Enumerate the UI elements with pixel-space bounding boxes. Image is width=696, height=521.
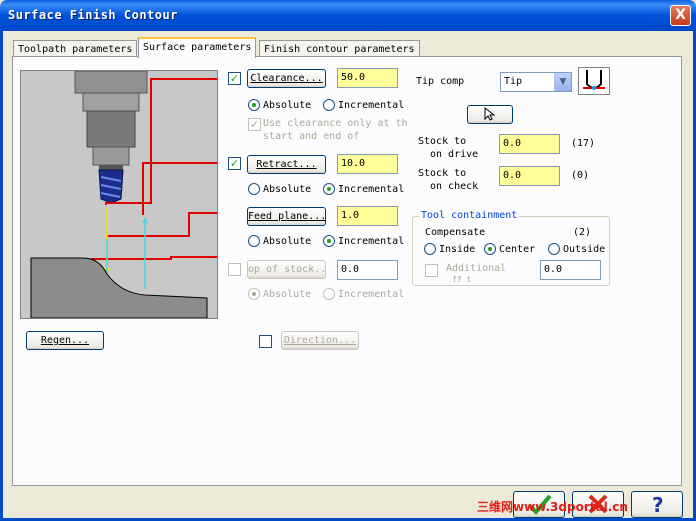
top-of-stock-button-label: op of stock... [248, 264, 326, 275]
radio-dot [323, 235, 335, 247]
retract-checkbox[interactable]: ✓ [228, 157, 241, 170]
compensate-label: Compensate [425, 227, 486, 238]
radio-label: Absolute [263, 99, 312, 111]
top-of-stock-input[interactable]: 0.0 [337, 260, 398, 280]
top-of-stock-button[interactable]: op of stock... [247, 260, 326, 279]
regen-button[interactable]: Regen... [26, 331, 104, 350]
watermark-text: 三维网www.3dportal.cn [477, 500, 628, 514]
stock-drive-label-line2: on drive [430, 149, 479, 160]
radio-dot [548, 243, 560, 255]
use-clearance-label-line1: Use clearance only at th [263, 118, 408, 129]
tip-comp-label: Tip comp [416, 76, 465, 87]
stock-check-input[interactable]: 0.0 [499, 166, 560, 186]
radio-dot [323, 288, 335, 300]
retract-input[interactable]: 10.0 [337, 154, 398, 174]
stock-check-count: (0) [571, 170, 590, 181]
stock-drive-count: (17) [571, 138, 596, 149]
radio-dot [248, 183, 260, 195]
use-clearance-checkbox[interactable]: ✓ [248, 118, 261, 131]
tab-surface-parameters[interactable]: Surface parameters [138, 37, 257, 58]
compensate-inside-radio[interactable]: Inside [424, 243, 475, 255]
clearance-input[interactable]: 50.0 [337, 68, 398, 88]
stock-check-label-line2: on check [430, 181, 479, 192]
stock-drive-label-line1: Stock to [418, 136, 467, 147]
tip-comp-options-button[interactable] [467, 105, 513, 124]
tip-comp-select[interactable]: Tip ▼ [500, 72, 572, 92]
retract-button-label: Retract... [256, 159, 317, 170]
chevron-down-icon[interactable]: ▼ [554, 73, 571, 91]
direction-button[interactable]: Direction... [281, 331, 359, 350]
clearance-absolute-radio[interactable]: Absolute [248, 99, 311, 111]
tab-label: Toolpath parameters [18, 44, 133, 55]
feed-plane-input[interactable]: 1.0 [337, 206, 398, 226]
window-title: Surface Finish Contour [8, 8, 178, 22]
retract-absolute-radio[interactable]: Absolute [248, 183, 311, 195]
close-button[interactable]: X [670, 5, 691, 26]
radio-dot [323, 99, 335, 111]
stock-check-label-line1: Stock to [418, 168, 467, 179]
tab-label: Surface parameters [143, 42, 252, 53]
compensate-outside-radio[interactable]: Outside [548, 243, 605, 255]
radio-dot [248, 235, 260, 247]
radio-label: Incremental [338, 288, 405, 300]
parameter-preview-illustration [20, 70, 218, 319]
additional-offset-label-line2: ff t [452, 275, 472, 284]
feed-plane-incremental-radio[interactable]: Incremental [323, 235, 404, 247]
help-icon: ? [652, 493, 664, 517]
stock-drive-input[interactable]: 0.0 [499, 134, 560, 154]
radio-dot [484, 243, 496, 255]
radio-label: Absolute [263, 235, 312, 247]
radio-label: Absolute [263, 288, 312, 300]
radio-label: Outside [563, 243, 606, 255]
stock-line [91, 256, 217, 260]
radio-label: Absolute [263, 183, 312, 195]
retract-line [142, 162, 217, 215]
compensate-count: (2) [573, 227, 592, 238]
radio-dot [424, 243, 436, 255]
radio-dot [248, 99, 260, 111]
help-button[interactable]: ? [631, 491, 683, 518]
compensate-center-radio[interactable]: Center [484, 243, 535, 255]
feed-plane-button-label: Feed plane... [248, 211, 326, 222]
clearance-button-label: Clearance... [250, 73, 323, 84]
title-bar[interactable]: Surface Finish Contour X [0, 0, 696, 31]
radio-dot [323, 183, 335, 195]
radio-label: Incremental [338, 235, 405, 247]
additional-offset-checkbox[interactable] [425, 264, 438, 277]
radio-label: Incremental [338, 99, 405, 111]
top-of-stock-absolute-radio[interactable]: Absolute [248, 288, 311, 300]
feed-plane-line [107, 212, 217, 237]
part-profile [30, 257, 208, 319]
tool-containment-title: Tool containment [419, 210, 520, 221]
retract-button[interactable]: Retract... [247, 155, 326, 174]
top-of-stock-checkbox[interactable] [228, 263, 241, 276]
direction-checkbox[interactable] [259, 335, 272, 348]
radio-dot [248, 288, 260, 300]
radio-label: Incremental [338, 183, 405, 195]
retract-incremental-radio[interactable]: Incremental [323, 183, 404, 195]
radio-label: Center [499, 243, 536, 255]
clearance-button[interactable]: Clearance... [247, 69, 326, 88]
feed-plane-absolute-radio[interactable]: Absolute [248, 235, 311, 247]
use-clearance-label-line2: start and end of [263, 131, 360, 142]
cursor-icon [484, 106, 496, 121]
regen-button-label: Regen... [40, 335, 90, 346]
direction-button-label: Direction... [283, 335, 357, 346]
clearance-incremental-radio[interactable]: Incremental [323, 99, 404, 111]
additional-offset-label-line1: Additional [446, 263, 507, 274]
tip-comp-value: Tip [504, 76, 523, 87]
feed-plane-button[interactable]: Feed plane... [247, 207, 326, 226]
top-of-stock-incremental-radio[interactable]: Incremental [323, 288, 404, 300]
clearance-checkbox[interactable]: ✓ [228, 72, 241, 85]
additional-offset-input[interactable]: 0.0 [540, 260, 601, 280]
tip-comp-icon [578, 67, 610, 95]
svg-text:?: ? [652, 493, 664, 516]
radio-label: Inside [439, 243, 476, 255]
tab-label: Finish contour parameters [264, 44, 415, 55]
